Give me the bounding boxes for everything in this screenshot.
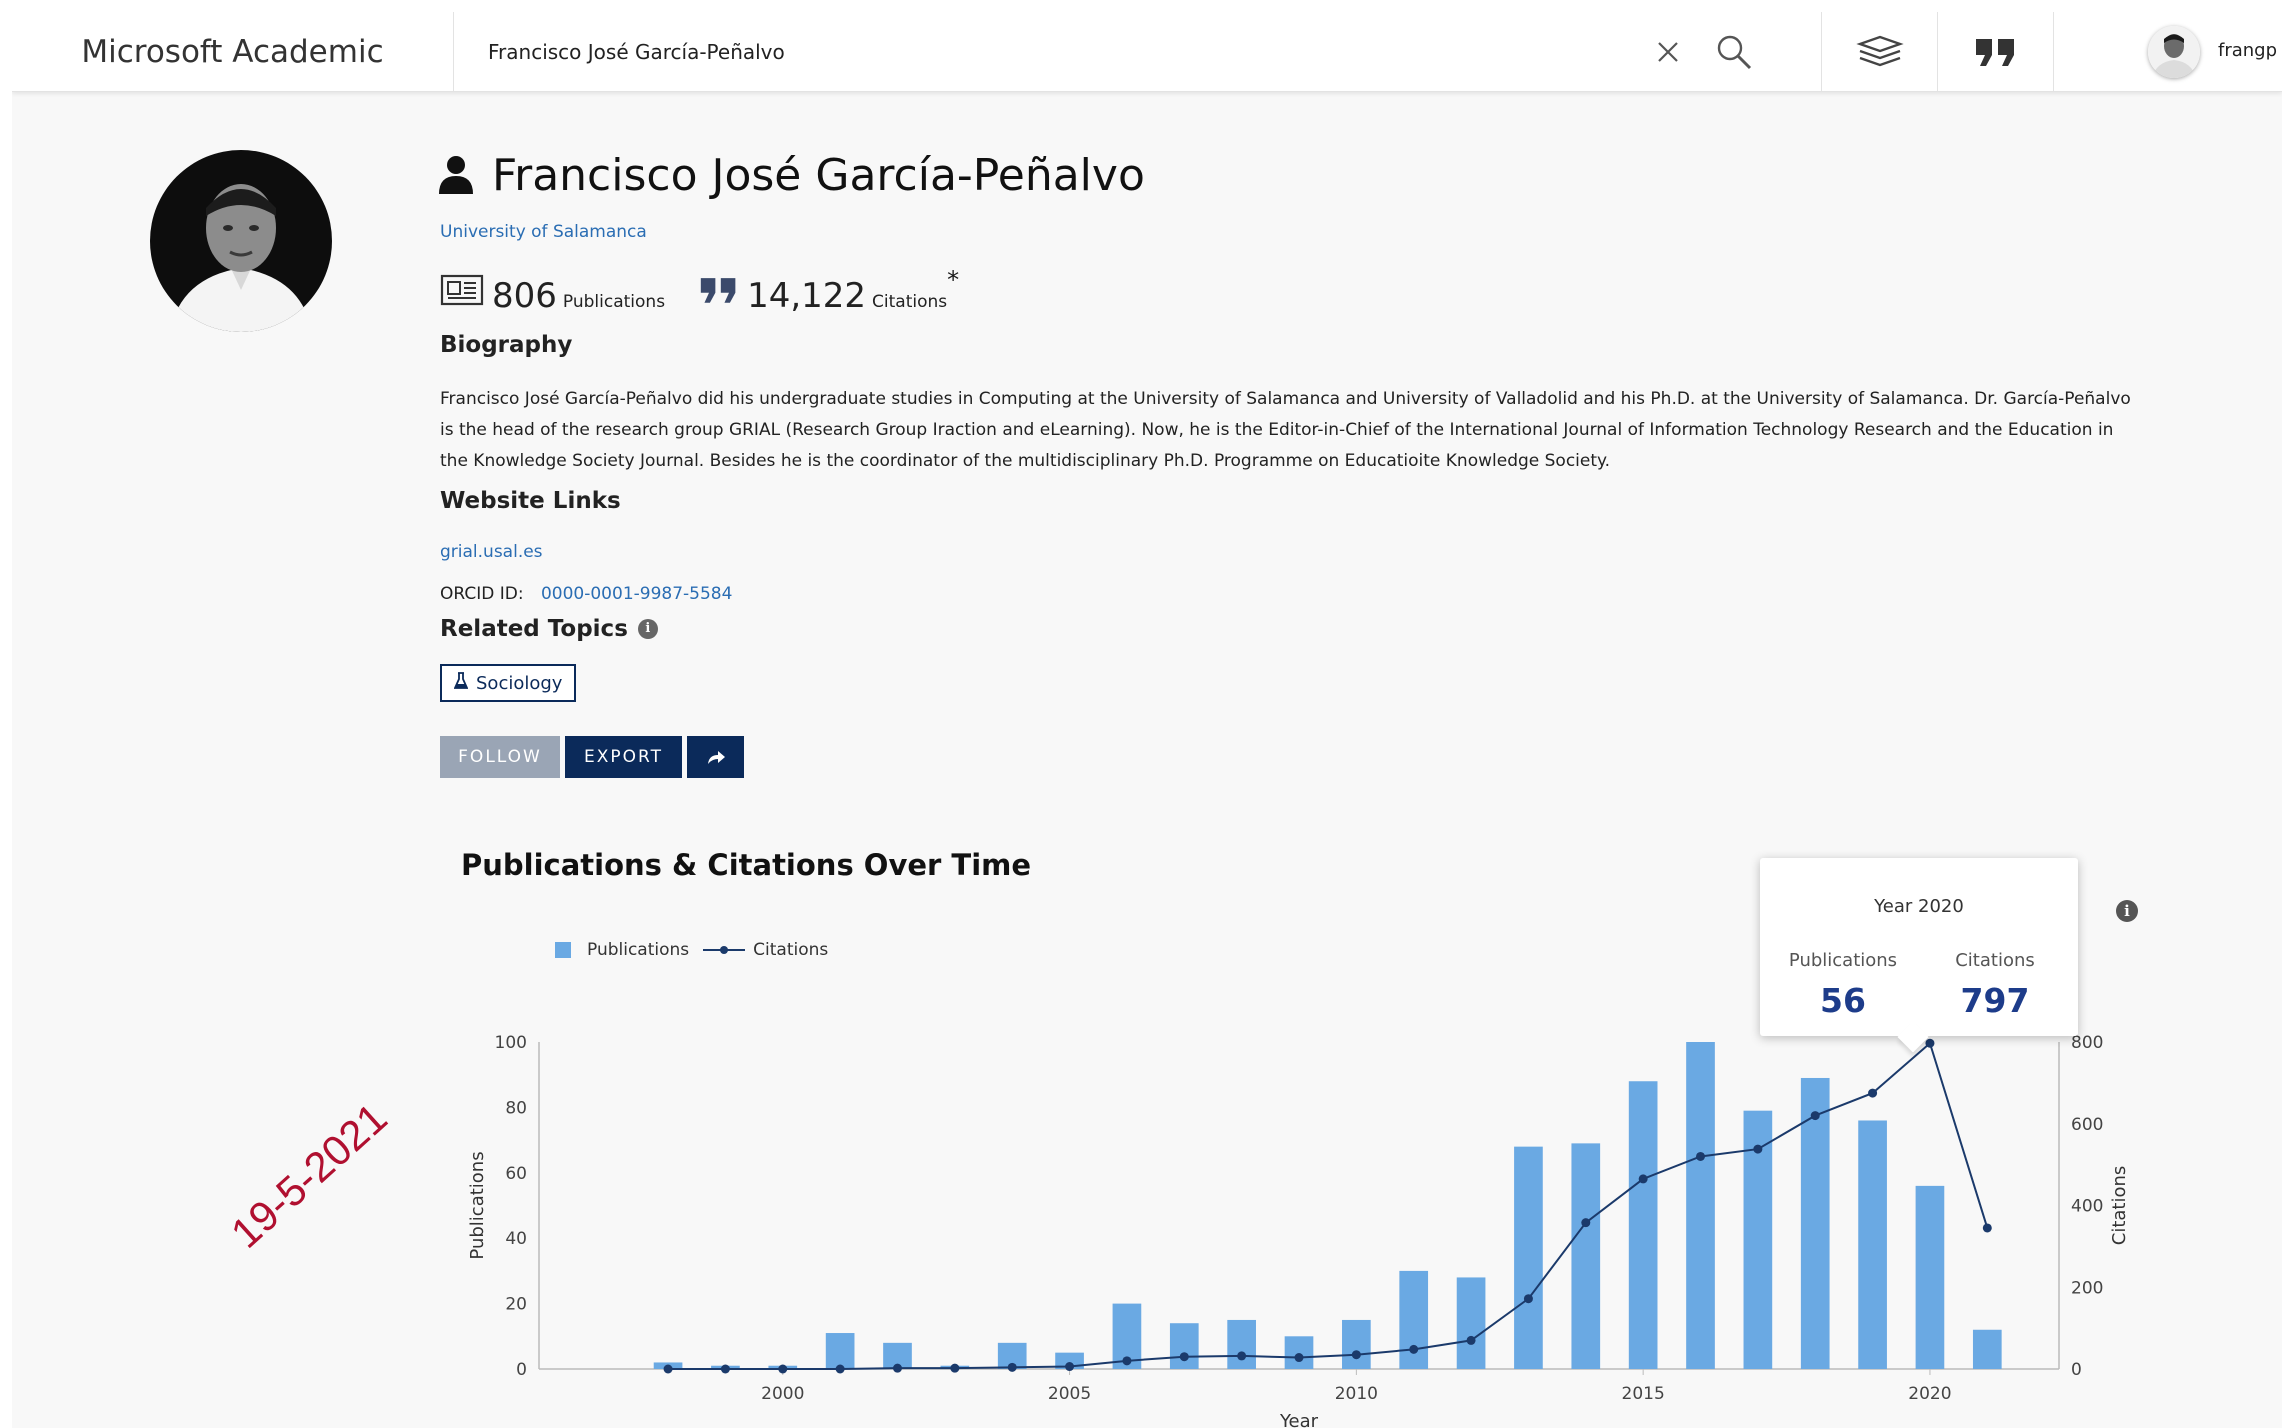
point-citations [1065,1362,1075,1372]
tooltip-publications-value: 56 [1820,981,1866,1020]
tooltip-citations-label: Citations [1955,950,2035,971]
bar-publications [1342,1319,1371,1369]
point-citations [1351,1350,1361,1360]
point-citations [1466,1335,1476,1345]
point-citations [1179,1352,1189,1362]
bar-publications [1571,1143,1601,1369]
x-tick-label: 2005 [1048,1384,1091,1404]
tooltip-citations-value: 797 [1960,981,2030,1020]
y-axis-label-left: Publications [467,1151,488,1259]
bar-publications [1399,1270,1429,1369]
point-citations [1868,1088,1878,1098]
bar-publications [1915,1185,1945,1369]
bar-publications [1858,1120,1887,1369]
x-tick-label: 2015 [1622,1384,1665,1404]
app-frame: Microsoft Academic frangp [12,12,2282,1428]
bar-publications [1456,1277,1486,1369]
tooltip-publications: Publications 56 [1768,950,1918,1020]
point-citations [1925,1038,1935,1048]
point-citations [835,1364,845,1374]
bar-publications [1628,1081,1658,1369]
y-tick-label-left: 0 [516,1360,527,1380]
y-tick-label-left: 40 [505,1229,527,1249]
point-citations [1294,1353,1304,1363]
bar-publications [1514,1146,1543,1369]
x-tick-label: 2020 [1908,1384,1951,1404]
tooltip-citations: Citations 797 [1920,950,2070,1020]
point-citations [1122,1356,1132,1366]
point-citations [720,1364,730,1374]
bar-publications [1169,1323,1199,1369]
bar-publications [1284,1336,1314,1369]
tooltip-year: Year 2020 [1874,896,1964,917]
point-citations [778,1364,788,1374]
point-citations [1982,1223,1992,1233]
point-citations [1007,1362,1017,1372]
y-tick-label-right: 400 [2071,1197,2103,1217]
y-tick-label-right: 200 [2071,1278,2103,1298]
point-citations [1638,1174,1648,1184]
x-tick-label: 2000 [761,1384,804,1404]
bar-publications [1972,1329,2002,1369]
line-citations [668,1041,1989,1370]
point-citations [1696,1151,1706,1161]
y-tick-label-left: 20 [505,1295,527,1315]
y-tick-label-right: 600 [2071,1115,2103,1135]
bar-publications [825,1333,855,1369]
bar-publications [1686,1042,1715,1369]
point-citations [1237,1351,1247,1361]
y-tick-label-left: 80 [505,1098,527,1118]
y-tick-label-right: 0 [2071,1360,2082,1380]
point-citations [663,1364,673,1374]
chart-info-icon[interactable]: i [2116,900,2138,922]
x-axis-label: Year [1279,1411,1319,1428]
chart-tooltip: Year 2020 Publications 56 Citations 797 [1760,858,2078,1036]
x-tick-label: 2010 [1335,1384,1378,1404]
point-citations [892,1363,902,1373]
tooltip-publications-label: Publications [1788,950,1898,971]
bar-publications [1227,1319,1256,1369]
point-citations [1523,1294,1533,1304]
y-tick-label-left: 100 [495,1033,527,1053]
point-citations [1409,1344,1419,1354]
point-citations [1581,1218,1591,1228]
y-tick-label-left: 60 [505,1164,527,1184]
publications-citations-chart: 0 20 40 60 80 100 0 200 400 600 800 2000 2005 2010 201… [467,1033,2130,1428]
point-citations [1810,1111,1820,1121]
point-citations [1753,1144,1763,1154]
y-tick-label-right: 800 [2071,1033,2103,1053]
point-citations [950,1363,960,1373]
y-axis-label-right: Citations [2109,1166,2130,1246]
